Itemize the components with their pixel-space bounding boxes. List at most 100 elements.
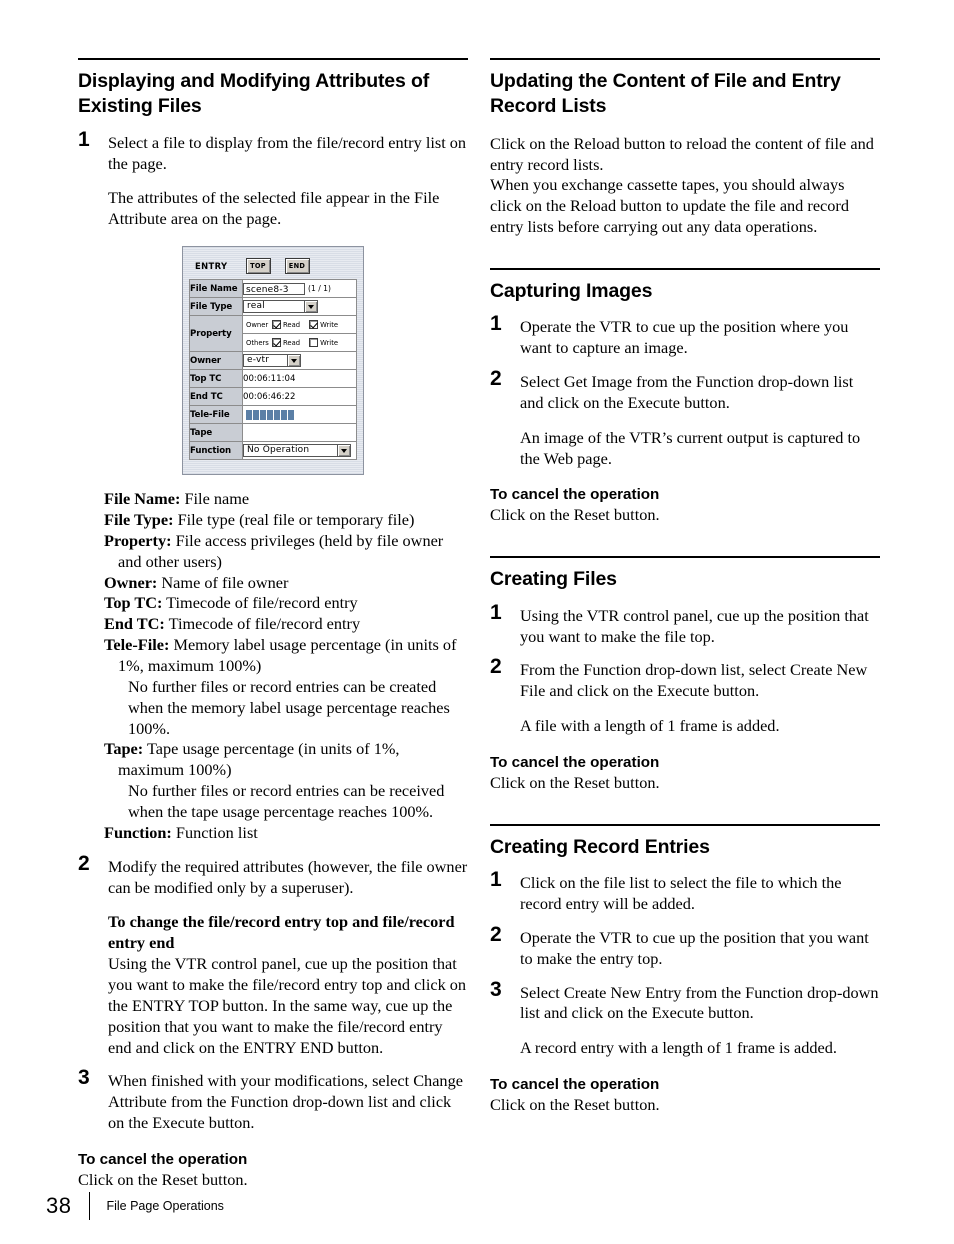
step-note: A file with a length of 1 frame is added…	[520, 716, 780, 736]
row-value-property: Owner Read Write Others Read Write	[242, 315, 357, 353]
checkbox-icon	[272, 320, 281, 330]
row-label-file-type: File Type	[189, 297, 243, 317]
tele-file-segment	[260, 409, 266, 420]
function-value: No Operation	[247, 445, 310, 456]
others-write-label: Write	[320, 338, 339, 347]
step-note: A record entry with a length of 1 frame …	[520, 1038, 837, 1058]
table-row-tele-file: Tele-File	[189, 405, 357, 425]
row-label-function: Function	[189, 441, 243, 461]
definition-term: Tape:	[104, 739, 144, 759]
row-value-end-tc: 00:06:46:22	[242, 387, 357, 407]
page-title: Displaying and Modifying Attributes of E…	[78, 70, 430, 118]
row-value-file-type: real	[242, 297, 357, 317]
definition-term: Property:	[104, 530, 172, 550]
tele-file-segment	[246, 409, 252, 420]
owner-select[interactable]: e-vtr	[243, 354, 301, 368]
chevron-down-icon[interactable]	[304, 301, 317, 313]
step-text: Select Get Image from the Function drop-…	[520, 372, 854, 412]
step-1: 1 Select a file to display from the file…	[78, 129, 468, 230]
section-heading: Creating Files	[490, 568, 617, 591]
step-2-subhead: To change the file/record entry top and …	[108, 912, 455, 953]
definition-item: File Name: File name	[104, 489, 468, 510]
property-owner-label: Owner	[246, 320, 269, 329]
definition-term: File Name:	[104, 489, 181, 509]
heading-rule	[490, 556, 880, 559]
step-number: 2	[78, 851, 90, 875]
step-number: 2	[490, 655, 502, 679]
definition-term: Owner:	[104, 572, 158, 592]
section-creating-record-entries: Creating Record Entries 1 Click on the f…	[490, 823, 880, 1116]
checkbox-icon	[272, 338, 281, 348]
step-number: 1	[490, 600, 502, 624]
chevron-down-icon[interactable]	[337, 445, 350, 457]
file-attribute-panel: ENTRY TOP END File Name scene8-3(1 / 1)	[182, 246, 364, 476]
file-name-input[interactable]: scene8-3	[243, 282, 305, 295]
function-select[interactable]: No Operation	[243, 444, 351, 458]
step-number: 3	[490, 977, 502, 1001]
row-value-function: No Operation	[242, 441, 357, 461]
entry-top-button[interactable]: TOP	[245, 258, 271, 275]
paragraph: Click on the Reload button to reload the…	[490, 133, 874, 174]
step-number: 3	[78, 1066, 90, 1090]
step-text: Operate the VTR to cue up the position t…	[520, 927, 869, 968]
definition-item: Tape: Tape usage percentage (in units of…	[104, 739, 468, 781]
definition-description: Function list	[171, 822, 258, 842]
running-title: File Page Operations	[106, 1199, 224, 1213]
cancel-operation-heading: To cancel the operation	[78, 1151, 248, 1169]
property-owner-row: Owner Read Write	[243, 316, 356, 333]
row-label-tape: Tape	[189, 423, 243, 443]
definition-description: Memory label usage percentage (in units …	[118, 635, 457, 675]
heading-rule	[490, 823, 880, 826]
property-others-label: Others	[246, 338, 269, 347]
table-row-owner: Owner e-vtr	[189, 351, 357, 371]
row-value-tele-file	[242, 405, 357, 425]
tele-file-usage-bar	[243, 408, 356, 422]
file-type-select[interactable]: real	[243, 300, 318, 314]
table-row-function: Function No Operation	[189, 441, 357, 461]
chevron-down-icon[interactable]	[287, 355, 300, 367]
file-type-value: real	[247, 301, 265, 312]
step-2: 2 Modify the required attributes (howeve…	[78, 853, 468, 1059]
definition-continuation: No further files or record entries can b…	[128, 781, 445, 822]
row-value-file-name: scene8-3 (1 / 1)	[242, 279, 357, 299]
section-updating-content: Updating the Content of File and Entry R…	[490, 58, 880, 238]
step-2: 2 From the Function drop-down list, sele…	[490, 656, 880, 737]
step-number: 1	[490, 312, 502, 336]
definition-term: Tele-File:	[104, 635, 170, 655]
row-label-owner: Owner	[189, 351, 243, 371]
step-text: Operate the VTR to cue up the position w…	[520, 317, 849, 358]
table-row-top-tc: Top TC 00:06:11:04	[189, 369, 357, 389]
document-page: Displaying and Modifying Attributes of E…	[0, 0, 954, 1244]
others-read-checkbox[interactable]: Read	[272, 338, 300, 348]
attribute-table: File Name scene8-3 (1 / 1) File Type real	[189, 279, 357, 461]
step-text: Using the VTR control panel, cue up the …	[520, 605, 869, 646]
row-value-tape	[242, 423, 357, 443]
table-row-tape: Tape	[189, 423, 357, 443]
step-3: 3 When finished with your modifications,…	[78, 1067, 468, 1134]
footer-divider	[89, 1192, 91, 1220]
definition-term: Top TC:	[104, 593, 163, 613]
definition-item: Property: File access privileges (held b…	[104, 531, 468, 573]
table-row-file-name: File Name scene8-3 (1 / 1)	[189, 279, 357, 299]
others-write-checkbox[interactable]: Write	[309, 338, 339, 348]
step-2: 2 Operate the VTR to cue up the position…	[490, 924, 880, 970]
row-label-file-name: File Name	[189, 279, 243, 299]
owner-write-checkbox[interactable]: Write	[309, 320, 338, 330]
owner-read-label: Read	[283, 320, 301, 329]
definition-item: Owner: Name of file owner	[104, 573, 468, 594]
step-note: An image of the VTR’s current output is …	[520, 427, 861, 468]
owner-read-checkbox[interactable]: Read	[272, 320, 301, 330]
row-label-property: Property	[189, 315, 243, 353]
definition-description: File type (real file or temporary file)	[173, 509, 415, 529]
definition-continuation: No further files or record entries can b…	[128, 676, 450, 738]
entry-end-button[interactable]: END	[284, 258, 310, 275]
definition-term: File Type:	[104, 509, 174, 529]
tele-file-segment	[288, 409, 294, 420]
left-column: Displaying and Modifying Attributes of E…	[78, 58, 468, 1191]
cancel-operation-text: Click on the Reset button.	[490, 1095, 660, 1115]
attribute-definition-list: File Name: File name File Type: File type…	[104, 489, 468, 844]
cancel-operation-heading: To cancel the operation	[490, 753, 660, 771]
heading-rule	[490, 58, 880, 60]
step-1: 1 Click on the file list to select the f…	[490, 869, 880, 915]
cancel-operation-text: Click on the Reset button.	[490, 505, 660, 525]
